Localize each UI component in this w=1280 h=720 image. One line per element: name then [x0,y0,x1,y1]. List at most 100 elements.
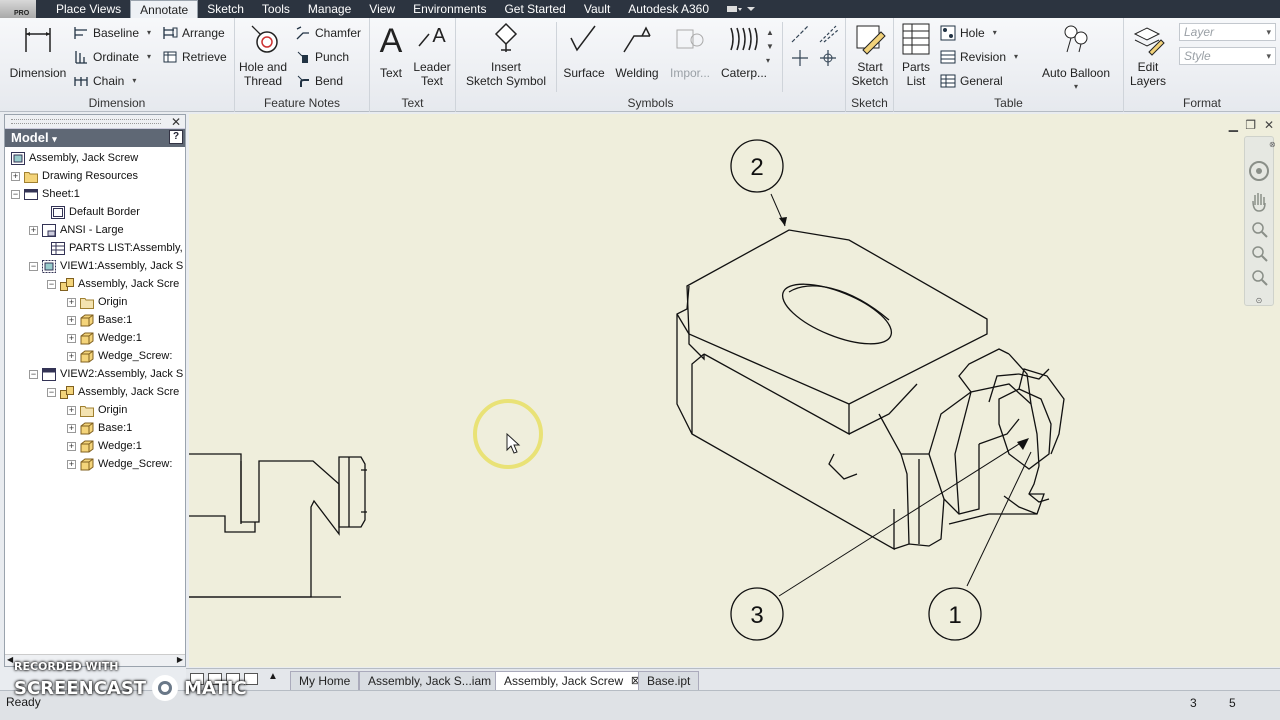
tree-item-origin[interactable]: + Origin [67,293,127,311]
tile-horizontal-icon[interactable] [190,673,204,685]
expand-icon[interactable]: + [11,171,20,181]
expand-icon[interactable]: + [67,459,76,469]
collapse-icon[interactable]: − [29,369,38,379]
arrange-all-icon[interactable] [244,673,258,685]
start-sketch-button[interactable]: Start Sketch [848,22,892,88]
browser-header[interactable]: Model ▾ ? [5,129,185,147]
dimension-button[interactable]: Dimension [6,22,70,80]
drawing-canvas[interactable]: ▁ ❐ ✕ 2 3 1 ⊗ ⊙ [189,114,1280,667]
bend-button[interactable]: Bend [295,72,343,90]
expand-icon[interactable]: + [67,405,76,415]
tree-item-view1[interactable]: − VIEW1:Assembly, Jack S [29,257,183,275]
tab-manage[interactable]: Manage [299,0,360,18]
text-button[interactable]: A Text [372,22,410,80]
tab-my-home[interactable]: My Home [290,671,360,690]
tree-item-drawing-resources[interactable]: + Drawing Resources [11,167,138,185]
collapse-icon[interactable]: − [47,279,56,289]
tab-view[interactable]: View [360,0,404,18]
chamfer-button[interactable]: Chamfer [295,24,361,42]
tree-item-view2[interactable]: − VIEW2:Assembly, Jack S [29,365,183,383]
tab-place-views[interactable]: Place Views [36,0,130,18]
tree-item-sheet[interactable]: − Sheet:1 [11,185,80,203]
expand-icon[interactable]: + [67,441,76,451]
tree-item-default-border[interactable]: Default Border [51,203,140,221]
baseline-button[interactable]: Baseline ▾ [73,24,151,42]
tab-sketch[interactable]: Sketch [198,0,253,18]
app-logo-button[interactable]: PRO [0,0,36,18]
tab-annotate[interactable]: Annotate [130,0,199,18]
tile-vertical-icon[interactable] [208,673,222,685]
centerline-bisector-button[interactable] [818,24,840,47]
import-symbol-button[interactable]: Impor... [666,22,714,80]
steering-wheel-icon[interactable] [1249,161,1269,181]
tree-item-title-block[interactable]: + ANSI - Large [29,221,124,239]
caterpillar-button[interactable]: Caterp... [718,22,770,80]
punch-button[interactable]: Punch [295,48,349,66]
arrange-button[interactable]: Arrange [162,24,225,42]
symbols-gallery-scroll[interactable]: ▲ ▼ ▾ [766,26,778,68]
scroll-right-icon[interactable]: ▶ [177,655,183,664]
collapse-icon[interactable]: − [29,261,38,271]
expand-icon[interactable]: + [67,315,76,325]
parts-list-button[interactable]: Parts List [896,22,936,88]
layer-dropdown[interactable]: Layer ▾ [1179,23,1276,41]
close-icon[interactable]: ✕ [171,115,181,129]
expand-icon[interactable]: + [67,351,76,361]
edit-layers-button[interactable]: Edit Layers [1126,22,1170,88]
tree-item-origin[interactable]: + Origin [67,401,127,419]
ordinate-button[interactable]: Ordinate ▾ [73,48,151,66]
expand-icon[interactable]: + [67,297,76,307]
tab-vault[interactable]: Vault [575,0,619,18]
tree-item-base[interactable]: + Base:1 [67,419,132,437]
balloon-3[interactable]: 3 [730,587,784,641]
tab-autodesk-a360[interactable]: Autodesk A360 [619,0,718,18]
scroll-left-icon[interactable]: ◀ [7,655,13,664]
help-icon[interactable]: ? [169,130,183,144]
tab-base-ipt[interactable]: Base.ipt [638,671,700,690]
expand-icon[interactable]: + [67,333,76,343]
tab-assembly-iam[interactable]: Assembly, Jack S...iam [359,671,501,690]
general-table-button[interactable]: General [940,72,1003,90]
tab-environments[interactable]: Environments [404,0,495,18]
ribbon-options-button[interactable] [726,4,756,14]
expand-icon[interactable]: + [67,423,76,433]
collapse-icon[interactable]: − [47,387,56,397]
tree-item-parts-list[interactable]: PARTS LIST:Assembly, , [51,239,185,257]
collapse-icon[interactable]: − [11,189,20,199]
browser-horizontal-scrollbar[interactable]: ◀ ▶ [5,654,185,666]
tree-item-wedge[interactable]: + Wedge:1 [67,437,142,455]
retrieve-button[interactable]: Retrieve [162,48,227,66]
pan-icon[interactable] [1252,193,1266,212]
hole-and-thread-button[interactable]: Hole and Thread [237,22,289,88]
hole-table-button[interactable]: Hole ▾ [940,24,997,42]
welding-button[interactable]: Welding [612,22,662,80]
tree-item-wedge-screw[interactable]: + Wedge_Screw: [67,347,172,365]
balloon-2[interactable]: 2 [730,139,784,193]
tab-assembly-jack-screw[interactable]: Assembly, Jack Screw ⊠ [495,671,647,690]
zoom-icon[interactable] [1252,222,1268,238]
balloon-1[interactable]: 1 [928,587,982,641]
zoom-all-icon[interactable] [1252,246,1268,262]
tree-item-wedge[interactable]: + Wedge:1 [67,329,142,347]
tree-item-assembly[interactable]: Assembly, Jack Screw [11,149,138,167]
tree-item-wedge-screw[interactable]: + Wedge_Screw: [67,455,172,473]
expand-icon[interactable]: + [29,225,38,235]
leader-text-button[interactable]: A Leader Text [410,22,454,88]
chain-button[interactable]: Chain ▾ [73,72,136,90]
tree-item-assembly-view1[interactable]: − Assembly, Jack Scre [47,275,179,293]
auto-balloon-button[interactable]: Auto Balloon ▾ [1040,22,1112,94]
tab-menu-icon[interactable]: ▲ [268,671,278,682]
revision-table-button[interactable]: Revision ▾ [940,48,1018,66]
style-dropdown[interactable]: Style ▾ [1179,47,1276,65]
zoom-window-icon[interactable] [1252,270,1268,286]
centerline-button[interactable] [790,24,812,47]
browser-title-grip[interactable]: ✕ [5,115,185,129]
insert-sketch-symbol-button[interactable]: Insert Sketch Symbol [460,22,552,88]
center-mark-button[interactable] [790,48,812,71]
tab-tools[interactable]: Tools [253,0,299,18]
cascade-icon[interactable] [226,673,240,685]
centered-pattern-button[interactable] [818,48,840,71]
surface-button[interactable]: Surface [560,22,608,80]
tree-item-assembly-view2[interactable]: − Assembly, Jack Scre [47,383,179,401]
tab-get-started[interactable]: Get Started [495,0,574,18]
